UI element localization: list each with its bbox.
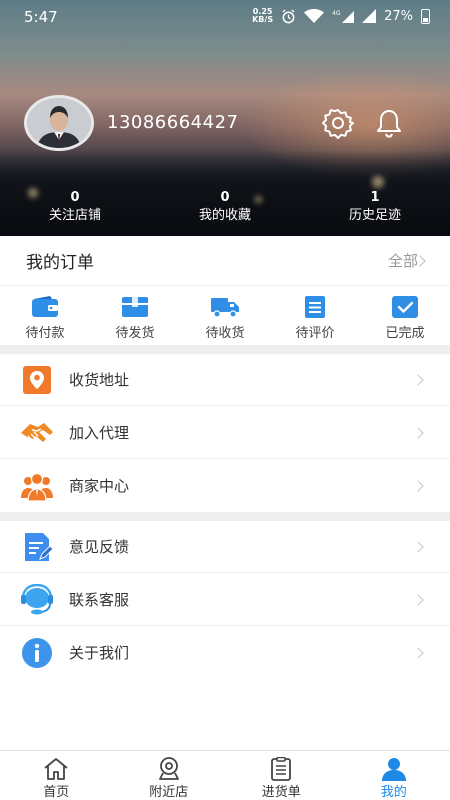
my-orders-header[interactable]: 我的订单 全部 — [0, 236, 450, 286]
bell-icon[interactable] — [374, 107, 404, 139]
order-label: 待付款 — [25, 326, 65, 341]
profile-stats: 0 关注店铺 0 我的收藏 1 历史足迹 — [0, 190, 450, 234]
menu-label: 关于我们 — [69, 644, 130, 662]
feedback-icon — [25, 533, 54, 561]
battery-icon — [421, 8, 430, 24]
stat-label: 关注店铺 — [48, 208, 101, 223]
chevron-right-icon — [412, 480, 424, 492]
order-pending-shipment[interactable]: 待发货 — [90, 287, 180, 345]
stat-label: 历史足迹 — [348, 208, 401, 223]
order-label: 待评价 — [295, 326, 335, 341]
gear-icon[interactable] — [322, 107, 354, 139]
user-avatar-icon[interactable] — [24, 95, 94, 151]
profile-header: 5:47 0.25 KB/S 4G 27% 13086664427 0 关注店铺… — [0, 0, 450, 236]
status-time: 5:47 — [24, 8, 58, 26]
status-bar: 5:47 0.25 KB/S 4G 27% — [0, 0, 450, 34]
clipboard-icon — [305, 296, 325, 318]
bokeh-light — [372, 176, 384, 188]
nav-purchase-list[interactable]: 进货单 — [225, 751, 338, 800]
alarm-icon — [282, 9, 295, 23]
signal-icon — [362, 9, 377, 23]
merchant-icon — [21, 472, 53, 502]
menu-label: 收货地址 — [69, 371, 130, 389]
profile-icon — [381, 758, 406, 781]
package-icon — [122, 297, 148, 317]
svg-text:4G: 4G — [332, 10, 341, 17]
order-label: 待发货 — [115, 326, 155, 341]
menu-label: 商家中心 — [69, 477, 130, 495]
battery-percent: 27% — [384, 8, 413, 24]
avatar-figure — [27, 98, 91, 148]
stat-label: 我的收藏 — [198, 208, 251, 223]
location-pin-icon — [23, 366, 51, 394]
network-speed: 0.25 KB/S — [252, 7, 274, 24]
wallet-icon — [32, 296, 58, 317]
headset-icon — [21, 584, 53, 615]
nav-label: 我的 — [380, 785, 407, 800]
signal-4g-icon: 4G — [332, 10, 355, 23]
home-icon — [44, 758, 68, 780]
nav-mine[interactable]: 我的 — [338, 751, 450, 800]
stat-history[interactable]: 1 历史足迹 — [300, 190, 450, 234]
handshake-icon — [21, 423, 53, 442]
order-pending-receipt[interactable]: 待收货 — [180, 287, 270, 345]
order-completed[interactable]: 已完成 — [360, 287, 450, 345]
checkbox-icon — [392, 296, 418, 318]
menu-label: 联系客服 — [69, 591, 130, 609]
nav-label: 首页 — [43, 785, 70, 800]
chevron-right-icon — [412, 594, 424, 606]
chevron-right-icon — [412, 647, 424, 659]
order-label: 已完成 — [385, 326, 425, 341]
order-status-row: 待付款 待发货 待收货 待评价 已完成 — [0, 287, 450, 345]
order-label: 待收货 — [205, 326, 245, 341]
stat-followed-shops[interactable]: 0 关注店铺 — [0, 190, 150, 234]
nearby-icon — [158, 757, 179, 780]
menu-join-agent[interactable]: 加入代理 — [0, 407, 450, 459]
section-divider — [0, 345, 450, 354]
nav-label: 进货单 — [261, 785, 301, 800]
stat-favorites[interactable]: 0 我的收藏 — [150, 190, 300, 234]
menu-merchant-center[interactable]: 商家中心 — [0, 460, 450, 512]
order-pending-review[interactable]: 待评价 — [270, 287, 360, 345]
chevron-right-icon — [412, 427, 424, 439]
info-icon — [22, 638, 52, 668]
stat-value: 0 — [70, 190, 80, 205]
menu-label: 加入代理 — [69, 424, 130, 442]
menu-customer-service[interactable]: 联系客服 — [0, 574, 450, 626]
order-pending-payment[interactable]: 待付款 — [0, 287, 90, 345]
status-indicators: 0.25 KB/S 4G 27% — [252, 8, 430, 24]
nav-label: 附近店 — [149, 785, 189, 800]
nav-home[interactable]: 首页 — [0, 751, 113, 800]
menu-feedback[interactable]: 意见反馈 — [0, 521, 450, 573]
stat-value: 1 — [370, 190, 380, 205]
user-phone-number: 13086664427 — [107, 112, 239, 133]
chevron-right-icon — [412, 374, 424, 386]
menu-about-us[interactable]: 关于我们 — [0, 627, 450, 679]
chevron-right-icon — [412, 541, 424, 553]
menu-shipping-address[interactable]: 收货地址 — [0, 354, 450, 406]
bottom-navigation: 首页 附近店 进货单 我的 — [0, 750, 450, 800]
section-divider — [0, 512, 450, 521]
nav-nearby-shops[interactable]: 附近店 — [113, 751, 226, 800]
stat-value: 0 — [220, 190, 230, 205]
wifi-icon — [304, 9, 325, 23]
truck-icon — [211, 298, 239, 318]
orders-title: 我的订单 — [26, 253, 94, 273]
menu-label: 意见反馈 — [69, 538, 130, 556]
order-list-icon — [271, 757, 292, 781]
